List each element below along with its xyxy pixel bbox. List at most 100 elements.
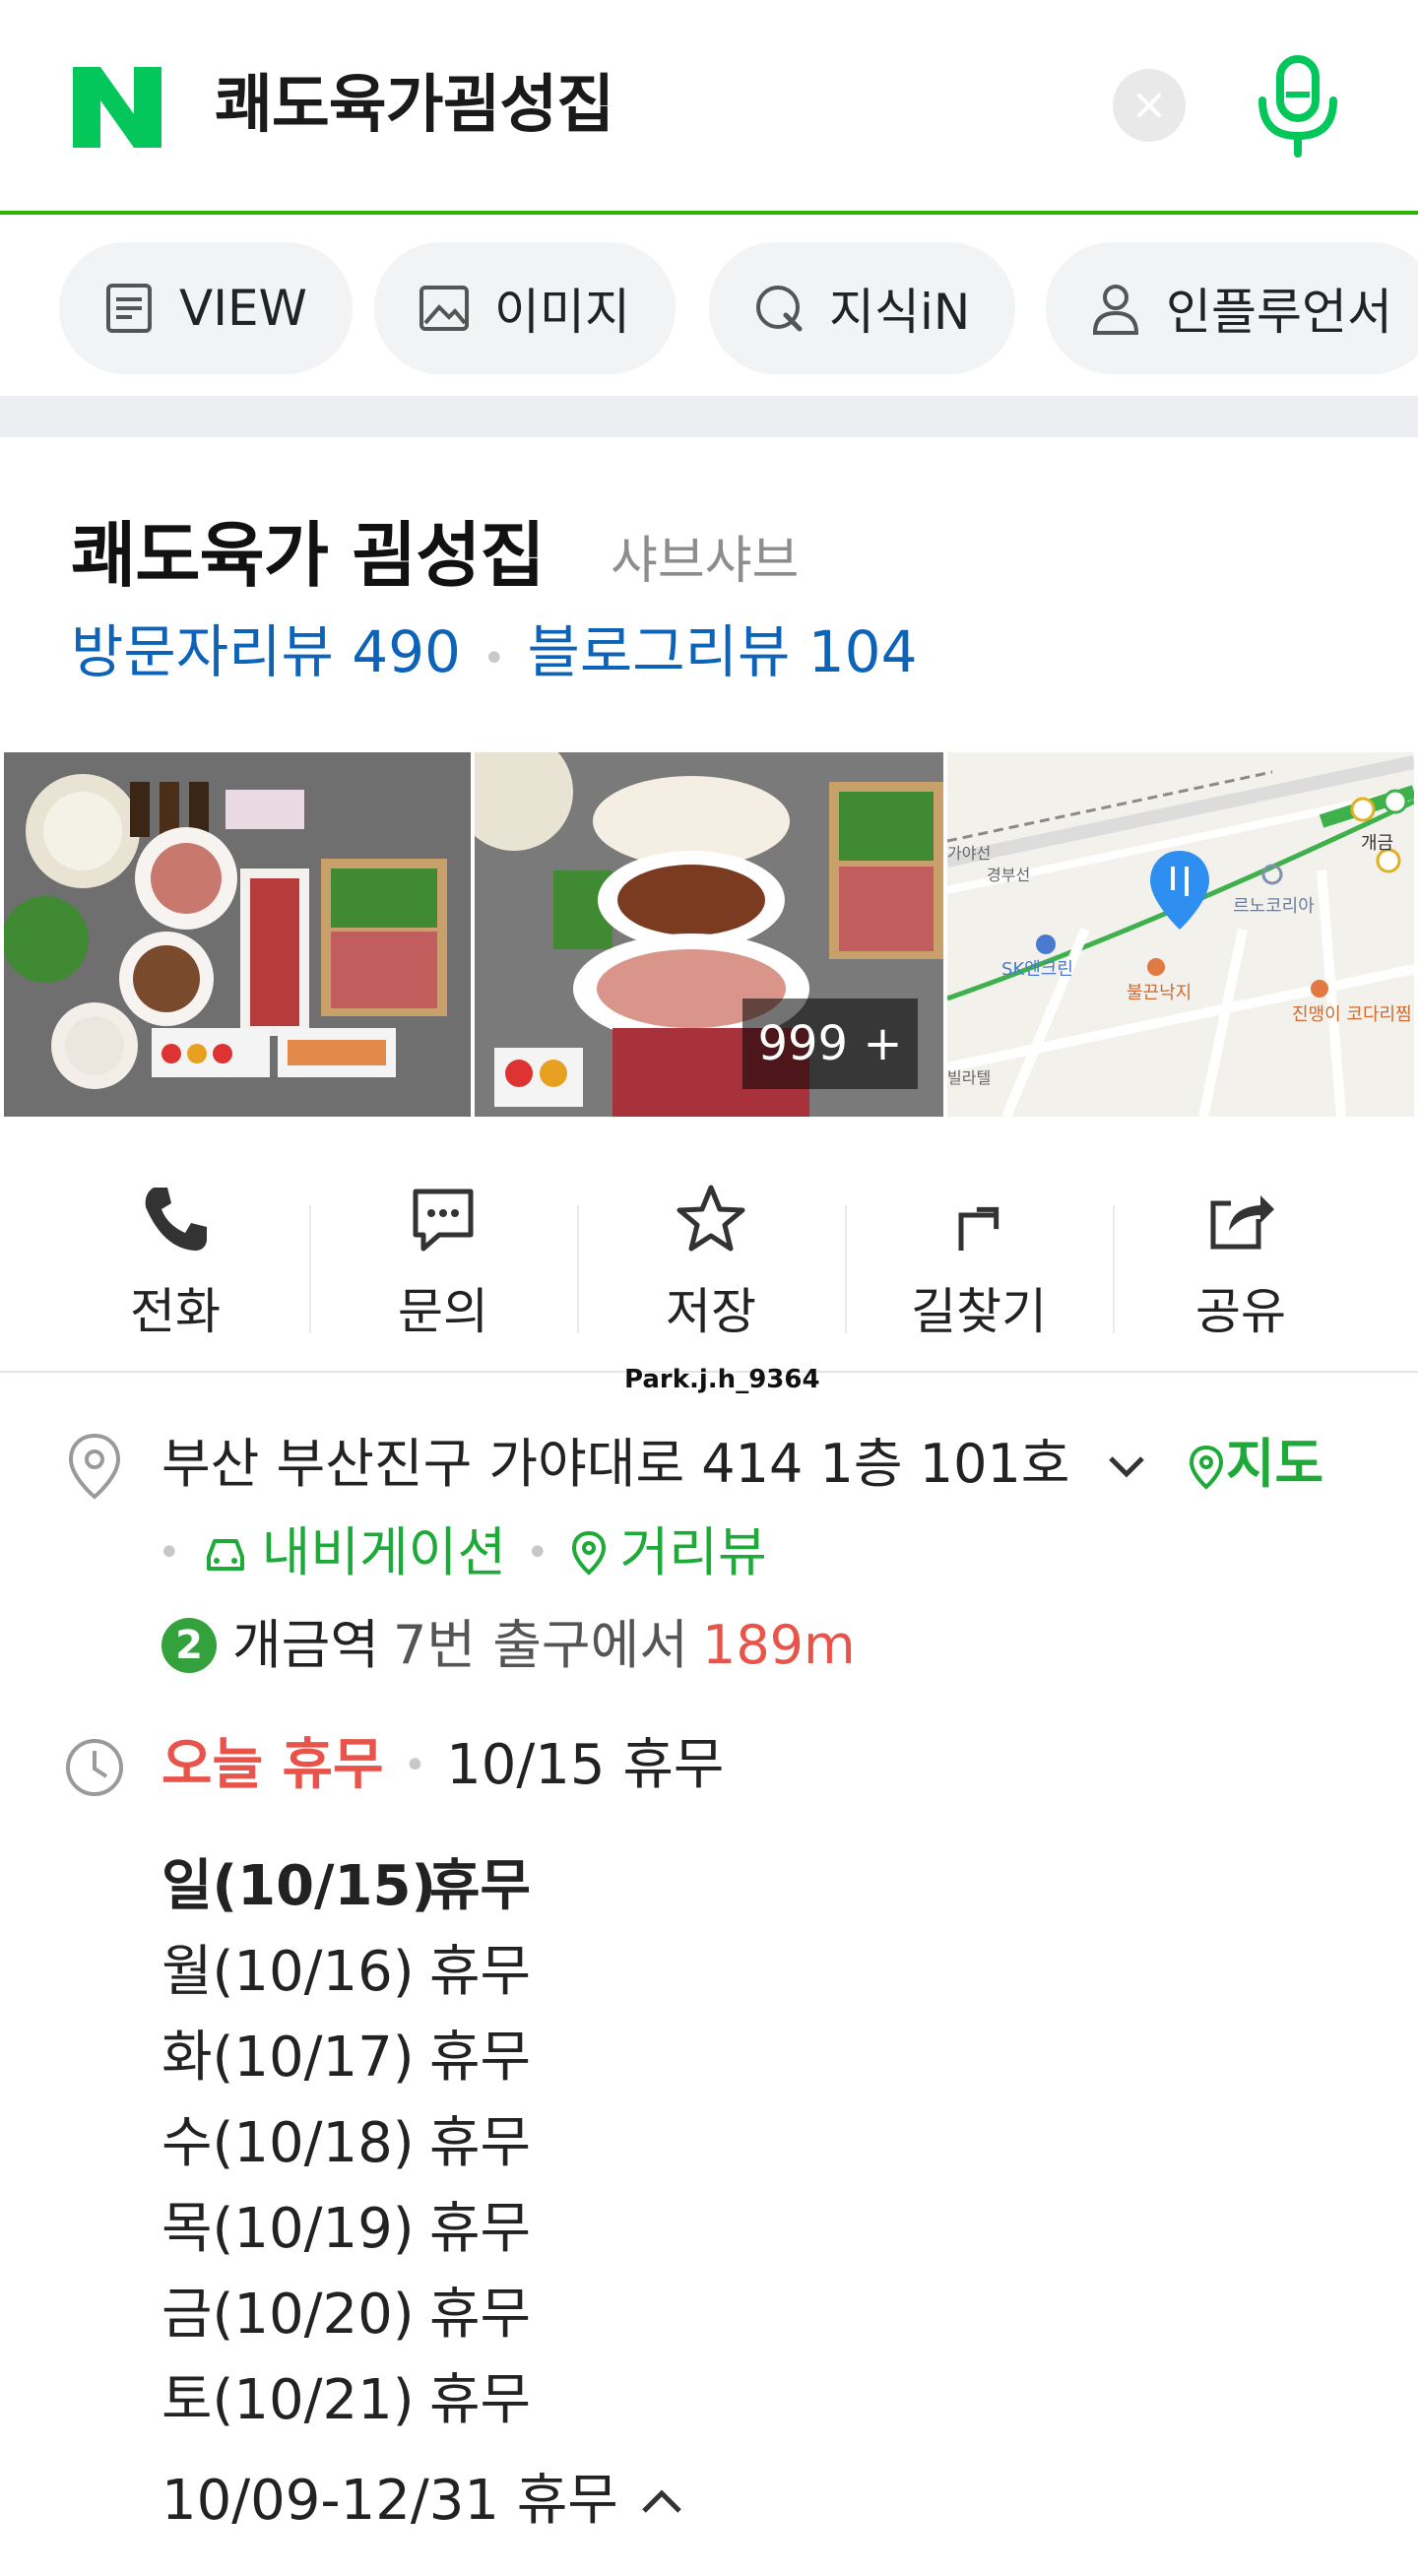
subway-info: 2 개금역 7번 출구에서 189m <box>161 1611 856 1680</box>
navigation-link-label: 내비게이션 <box>261 1521 506 1583</box>
streetview-link-label: 거리뷰 <box>619 1521 767 1583</box>
map-pin-icon <box>1189 1446 1223 1491</box>
photo-count-badge[interactable]: 999 + <box>742 998 918 1089</box>
streetview-link[interactable]: 거리뷰 <box>569 1518 767 1587</box>
clock-icon <box>66 1739 123 1796</box>
tab-view[interactable]: VIEW <box>59 242 353 374</box>
naver-logo[interactable] <box>71 65 163 150</box>
directions-button[interactable]: 길찾기 <box>845 1146 1113 1343</box>
image-icon <box>419 286 469 331</box>
station-name: 개금역 <box>232 1614 380 1676</box>
separator-dot: • <box>158 1530 181 1576</box>
inquiry-button[interactable]: 문의 <box>309 1146 577 1343</box>
schedule-status: 휴무 <box>429 2283 532 2347</box>
clear-search-button[interactable] <box>1113 69 1186 142</box>
map-link[interactable]: 지도 <box>1187 1433 1323 1495</box>
q-icon <box>756 286 803 332</box>
section-divider <box>0 396 1418 437</box>
tab-images[interactable]: 이미지 <box>374 242 676 374</box>
voice-search-mic-icon[interactable] <box>1249 51 1347 160</box>
schedule-status: 휴무 <box>429 2368 532 2432</box>
tab-label: 지식iN <box>829 284 971 341</box>
hours-header[interactable]: 오늘 휴무 • 10/15 휴무 <box>161 1731 724 1800</box>
photo-food-spread[interactable] <box>4 752 471 1117</box>
car-icon <box>206 1539 244 1571</box>
place-category: 샤브샤브 <box>611 532 800 591</box>
schedule-status: 휴무 <box>429 2111 532 2175</box>
chevron-down-icon[interactable] <box>1105 1452 1148 1482</box>
search-bar: 쾌도육가굄성집 <box>0 0 1418 215</box>
photo-strip: 가야선 경부선 르노코리아 SK엔크린 불끈낙지 진맹이 코다리찜 개금 빌라텔… <box>4 752 1414 1117</box>
schedule-row: 월(10/16) 휴무 <box>161 1929 531 2015</box>
map-label: 개금 <box>1361 833 1393 854</box>
schedule-row: 화(10/17) 휴무 <box>161 2015 531 2100</box>
action-bar: 전화 문의 저장 길찾기 공유 <box>0 1146 1418 1343</box>
person-icon <box>1092 285 1139 335</box>
tab-kin[interactable]: 지식iN <box>709 242 1016 374</box>
place-card: 쾌도육가 굄성집 샤브샤브 방문자리뷰 490 • 블로그리뷰 104 가야선 … <box>0 437 1418 1373</box>
map-label: SK엔크린 <box>1001 959 1073 980</box>
photo-map[interactable]: 가야선 경부선 르노코리아 SK엔크린 불끈낙지 진맹이 코다리찜 개금 빌라텔 <box>947 752 1414 1117</box>
schedule-day: 수(10/18) <box>161 2111 415 2175</box>
schedule-day: 화(10/17) <box>161 2026 415 2090</box>
watermark: Park.j.h_9364 <box>624 1365 820 1394</box>
visitor-review-link[interactable]: 방문자리뷰 490 <box>71 618 461 685</box>
action-label: 문의 <box>398 1283 488 1340</box>
document-icon <box>106 284 152 333</box>
schedule-status: 휴무 <box>429 1940 532 2004</box>
navigation-link[interactable]: 내비게이션 <box>201 1518 506 1587</box>
address-line: 부산 부산진구 가야대로 414 1층 101호 지도 <box>161 1430 1323 1499</box>
exit-text: 7번 출구에서 <box>393 1614 688 1676</box>
schedule-day: 토(10/21) <box>161 2368 415 2432</box>
address-text[interactable]: 부산 부산진구 가야대로 414 1층 101호 <box>161 1433 1069 1495</box>
tab-influencer[interactable]: 인플루언서 <box>1046 242 1418 374</box>
share-button[interactable]: 공유 <box>1107 1146 1375 1343</box>
separator-dot: • <box>526 1530 549 1576</box>
review-links: 방문자리뷰 490 • 블로그리뷰 104 <box>71 612 918 698</box>
separator-dot: • <box>403 1743 427 1788</box>
tab-label: 인플루언서 <box>1166 284 1392 341</box>
phone-icon <box>145 1188 207 1251</box>
blog-review-link[interactable]: 블로그리뷰 104 <box>528 618 918 685</box>
schedule-row: 일(10/15)휴무 <box>161 1843 531 1929</box>
map-label: 진맹이 코다리찜 <box>1292 1004 1412 1025</box>
location-pin-icon <box>68 1433 121 1500</box>
map-link-label: 지도 <box>1225 1433 1324 1495</box>
schedule-row: 목(10/19) 휴무 <box>161 2186 531 2272</box>
schedule-status: 휴무 <box>429 2197 532 2261</box>
map-label: 빌라텔 <box>947 1068 991 1087</box>
schedule-day: 월(10/16) <box>161 1940 415 2004</box>
schedule-day: 일(10/15) <box>161 1854 437 1918</box>
tab-label: VIEW <box>179 280 307 337</box>
schedule-day: 목(10/19) <box>161 2197 415 2261</box>
chevron-up-icon <box>642 2489 681 2513</box>
map-label: 경부선 <box>987 866 1030 884</box>
weekly-schedule: 일(10/15)휴무 월(10/16) 휴무 화(10/17) 휴무 수(10/18… <box>161 1843 531 2443</box>
hours-summary: 10/15 휴무 <box>446 1733 725 1797</box>
search-tabs: VIEW 이미지 지식iN 인플루언서 <box>0 219 1418 396</box>
save-button[interactable]: 저장 <box>577 1146 845 1343</box>
call-button[interactable]: 전화 <box>41 1146 309 1343</box>
map-label: 가야선 <box>947 844 991 863</box>
schedule-status: 휴무 <box>429 1854 532 1918</box>
close-icon <box>1137 94 1161 117</box>
star-icon <box>677 1185 745 1252</box>
chat-icon <box>413 1189 474 1252</box>
action-label: 공유 <box>1195 1283 1286 1340</box>
place-name[interactable]: 쾌도육가 굄성집 <box>71 506 546 605</box>
closure-period-text: 10/09-12/31 휴무 <box>161 2469 618 2533</box>
street-view-pin-icon <box>571 1530 606 1576</box>
search-query[interactable]: 쾌도육가굄성집 <box>215 61 614 150</box>
action-label: 전화 <box>130 1283 221 1340</box>
directions-icon <box>958 1206 999 1251</box>
action-label: 길찾기 <box>911 1283 1047 1340</box>
tab-label: 이미지 <box>494 284 630 341</box>
schedule-day: 금(10/20) <box>161 2283 415 2347</box>
schedule-status: 휴무 <box>429 2026 532 2090</box>
distance: 189m <box>701 1614 856 1676</box>
subway-line-badge: 2 <box>161 1618 217 1673</box>
closure-period[interactable]: 10/09-12/31 휴무 <box>161 2462 685 2541</box>
map-label: 르노코리아 <box>1233 896 1315 917</box>
today-status: 오늘 휴무 <box>161 1733 384 1797</box>
schedule-row: 수(10/18) 휴무 <box>161 2100 531 2186</box>
